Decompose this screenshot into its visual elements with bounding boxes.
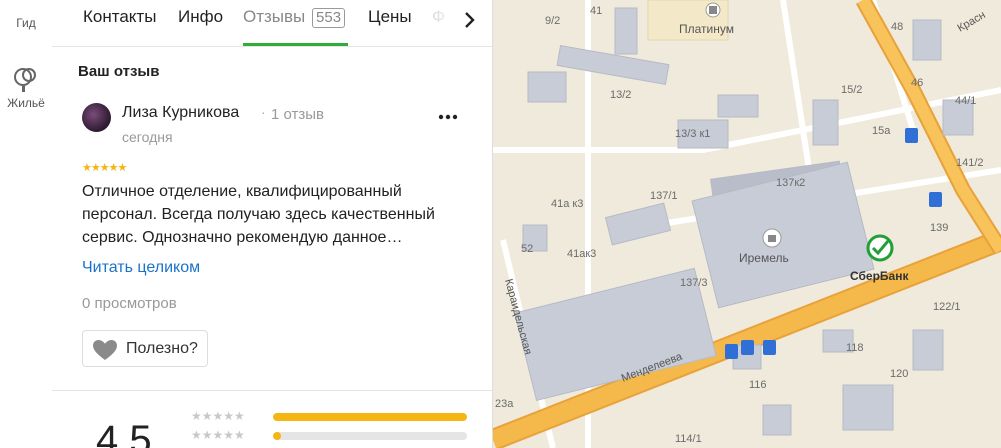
nav-item-housing-label: Жильё xyxy=(7,96,45,110)
map-label: 122/1 xyxy=(933,301,961,313)
tabs-fade xyxy=(420,0,460,44)
useful-label: Полезно? xyxy=(126,340,198,357)
map-label: 118 xyxy=(846,342,864,354)
map-label: 46 xyxy=(911,77,923,89)
left-navigation: Гид Жильё xyxy=(0,0,53,448)
rating-row-stars-1: ★★★★★ xyxy=(191,409,245,423)
your-review-title: Ваш отзыв xyxy=(78,63,160,80)
shopping-icon[interactable] xyxy=(762,228,782,248)
store-icon[interactable] xyxy=(705,2,721,18)
map-label: 15/2 xyxy=(841,84,862,96)
heart-icon xyxy=(93,340,117,360)
guide-icon xyxy=(0,2,52,16)
map-label: 139 xyxy=(930,222,948,234)
more-options-icon[interactable] xyxy=(437,113,459,121)
chevron-right-icon[interactable] xyxy=(457,8,481,32)
map-label-platinum: Платинум xyxy=(679,22,734,36)
map-label: 52 xyxy=(521,243,533,255)
map-label: 48 xyxy=(891,21,903,33)
rating-bar-1 xyxy=(273,413,467,421)
map-label: 13/3 к1 xyxy=(675,128,710,140)
active-tab-indicator xyxy=(243,43,348,46)
tab-reviews-label: Отзывы xyxy=(243,7,306,26)
rating-row-stars-2: ★★★★★ xyxy=(191,428,245,442)
divider xyxy=(52,390,492,391)
housing-icon xyxy=(14,68,36,92)
nav-item-guide[interactable]: Гид xyxy=(0,2,52,30)
separator-dot: · xyxy=(261,104,266,120)
nav-item-housing[interactable]: Жильё xyxy=(0,66,52,110)
tab-bar: Контакты Инфо Отзывы 553 Цены Ф xyxy=(52,0,492,47)
map[interactable]: 41 9/2 Платинум 48 Красн 46 44/1 13/2 15… xyxy=(493,0,1001,448)
rating-bar-1-fill xyxy=(273,413,467,421)
tab-reviews[interactable]: Отзывы 553 xyxy=(243,7,346,28)
map-label: 41а к3 xyxy=(551,198,583,210)
map-label: 141/2 xyxy=(956,157,984,169)
avatar[interactable] xyxy=(82,103,111,132)
review-text: Отличное отделение, квалифицированный пе… xyxy=(82,183,435,246)
map-label-iremel: Иремель xyxy=(739,251,789,265)
map-label: 13/2 xyxy=(610,89,631,101)
overall-rating: 4,5 xyxy=(96,418,152,448)
organization-panel: Контакты Инфо Отзывы 553 Цены Ф Ваш отзы… xyxy=(52,0,493,448)
map-label: 23а xyxy=(495,398,514,410)
review-stars: ★★★★★ xyxy=(82,162,127,174)
read-more-link[interactable]: Читать целиком xyxy=(82,259,200,277)
rating-bar-2-fill xyxy=(273,432,281,440)
tab-prices[interactable]: Цены xyxy=(368,7,412,27)
map-label-sberbank: СберБанк xyxy=(850,269,909,283)
tab-info[interactable]: Инфо xyxy=(178,7,223,27)
rating-bar-2 xyxy=(273,432,467,440)
map-label: 9/2 xyxy=(545,15,560,27)
map-label: 116 xyxy=(749,379,767,391)
sberbank-logo-icon[interactable] xyxy=(866,234,894,262)
author-review-count: 1 отзыв xyxy=(271,106,325,123)
nav-item-guide-label: Гид xyxy=(16,16,36,30)
tab-contacts[interactable]: Контакты xyxy=(83,7,156,27)
map-label: 41ак3 xyxy=(567,248,596,260)
map-label: 114/1 xyxy=(675,433,702,445)
review-date: сегодня xyxy=(122,129,173,145)
map-label: 15а xyxy=(872,125,891,137)
useful-button[interactable]: Полезно? xyxy=(82,330,208,367)
map-label: 137/1 xyxy=(650,190,678,202)
reviews-count-badge: 553 xyxy=(312,8,346,28)
review-author-name[interactable]: Лиза Курникова xyxy=(122,104,239,122)
map-label: 137к2 xyxy=(776,177,805,189)
map-label: 44/1 xyxy=(955,95,976,107)
map-label: 120 xyxy=(890,368,908,380)
map-label: 41 xyxy=(590,5,602,17)
views-count: 0 просмотров xyxy=(82,295,177,312)
map-label: 137/3 xyxy=(680,277,708,289)
